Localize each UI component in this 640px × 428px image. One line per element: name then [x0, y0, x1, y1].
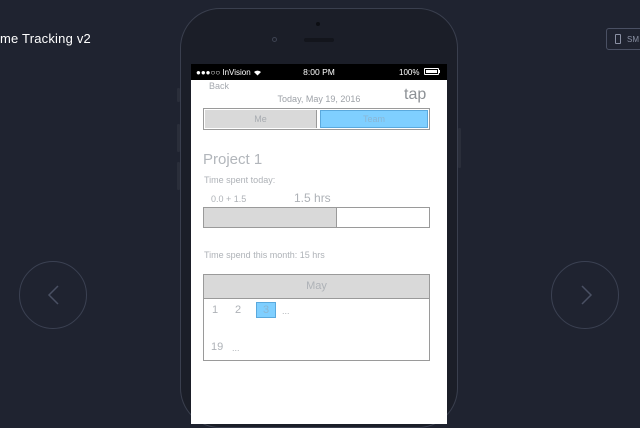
time-spent-today-label: Time spent today: [204, 175, 276, 185]
month-calendar: May 1 2 3 ... 19 ... [203, 274, 430, 361]
calendar-day[interactable]: 2 [235, 304, 241, 316]
segment-team[interactable]: Team [320, 110, 428, 128]
device-toggle-label: SM [627, 35, 639, 44]
battery-icon [424, 68, 439, 75]
tap-hint: tap [404, 86, 427, 103]
calendar-day[interactable]: 19 [211, 341, 223, 353]
chevron-left-icon [47, 285, 59, 305]
phone-camera [272, 37, 277, 42]
calendar-day-selected[interactable]: 3 [256, 302, 276, 318]
time-calculation: 0.0 + 1.5 [211, 194, 247, 204]
phone-volume-up [177, 124, 180, 152]
hours-value: 1.5 hrs [294, 191, 331, 205]
project-title: Project 1 [203, 151, 263, 168]
next-screen-button[interactable] [551, 261, 619, 329]
status-bar: ●●●○○ InVision 8:00 PM 100% [191, 64, 447, 80]
time-progress-bar [203, 207, 430, 228]
phone-power-button [458, 128, 461, 168]
device-toggle-button[interactable]: SM [606, 28, 640, 50]
time-progress-fill [204, 208, 337, 227]
page-title: me Tracking v2 [0, 31, 91, 46]
phone-volume-down [177, 162, 180, 190]
battery-percent: 100% [399, 68, 420, 77]
view-segmented-control: Me Team [203, 108, 430, 130]
phone-screen: ●●●○○ InVision 8:00 PM 100% Back Today, … [191, 64, 447, 424]
chevron-right-icon [581, 285, 593, 305]
battery-cap [439, 70, 440, 73]
calendar-day[interactable]: 1 [212, 304, 218, 316]
phone-speaker-grille [304, 38, 334, 42]
phone-icon [615, 34, 621, 44]
phone-mute-switch [177, 88, 180, 102]
calendar-ellipsis: ... [282, 306, 290, 316]
phone-front-sensor [316, 22, 320, 26]
calendar-month-header: May [204, 275, 429, 299]
segment-me[interactable]: Me [205, 110, 317, 128]
calendar-ellipsis: ... [232, 343, 240, 353]
back-button[interactable]: Back [209, 81, 229, 91]
previous-screen-button[interactable] [19, 261, 87, 329]
month-summary-label: Time spend this month: 15 hrs [204, 250, 325, 260]
